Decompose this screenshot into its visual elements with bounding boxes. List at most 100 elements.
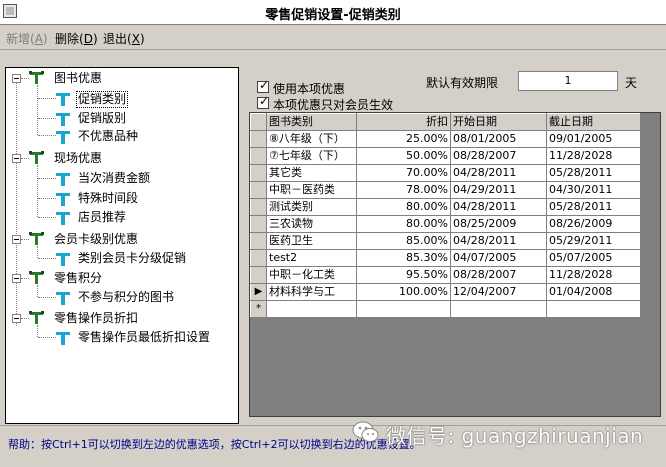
- tree-item-no-points-books[interactable]: 不参与积分的图书: [78, 290, 174, 305]
- discount-cell[interactable]: 50.00%: [356, 147, 451, 165]
- end-date-cell[interactable]: 05/28/2011: [546, 198, 641, 216]
- collapse-button-onsite-discount[interactable]: [12, 154, 21, 163]
- start-date-cell[interactable]: 12/04/2007: [450, 283, 547, 301]
- start-date-cell[interactable]: 04/28/2011: [450, 198, 547, 216]
- end-date-cell[interactable]: 04/30/2011: [546, 181, 641, 199]
- valid-days-input[interactable]: 1: [518, 71, 618, 91]
- use-promo-checkbox[interactable]: ✓: [257, 78, 269, 93]
- delete-menu-item[interactable]: 删除(D): [55, 30, 98, 47]
- new-row-asterisk-icon[interactable]: *: [250, 300, 267, 318]
- discount-cell[interactable]: 85.00%: [356, 232, 451, 250]
- end-date-cell[interactable]: [546, 300, 641, 318]
- discount-cell[interactable]: 80.00%: [356, 198, 451, 216]
- table-row[interactable]: 中职－化工类 95.50% 08/28/2007 11/28/2028: [250, 266, 641, 284]
- exit-menu-item[interactable]: 退出(X): [103, 30, 145, 47]
- member-only-checkbox[interactable]: ✓: [257, 94, 269, 109]
- table-row-new[interactable]: *: [250, 300, 641, 318]
- row-indicator[interactable]: [250, 266, 267, 284]
- row-indicator[interactable]: [250, 215, 267, 233]
- start-date-cell[interactable]: 08/25/2009: [450, 215, 547, 233]
- end-date-cell[interactable]: 09/01/2005: [546, 130, 641, 148]
- category-cell[interactable]: 中职－医药类: [266, 181, 357, 199]
- table-row[interactable]: 其它类 70.00% 04/28/2011 05/28/2011: [250, 164, 641, 182]
- tree-item-operator-min-discount[interactable]: 零售操作员最低折扣设置: [78, 330, 210, 345]
- row-indicator[interactable]: [250, 198, 267, 216]
- end-date-cell[interactable]: 11/28/2028: [546, 147, 641, 165]
- collapse-button-member-level-discount[interactable]: [12, 235, 21, 244]
- collapse-button-operator-discount[interactable]: [12, 314, 21, 323]
- discount-cell[interactable]: 70.00%: [356, 164, 451, 182]
- collapse-button-retail-points[interactable]: [12, 274, 21, 283]
- category-cell[interactable]: 医药卫生: [266, 232, 357, 250]
- collapse-button-book-discount[interactable]: [12, 74, 21, 83]
- category-cell[interactable]: [266, 300, 357, 318]
- start-date-cell[interactable]: 04/29/2011: [450, 181, 547, 199]
- wechat-watermark: 微信号: guangzhiruanjian: [352, 418, 662, 448]
- start-date-cell[interactable]: 08/28/2007: [450, 147, 547, 165]
- end-date-cell[interactable]: 05/28/2011: [546, 164, 641, 182]
- row-indicator[interactable]: [250, 232, 267, 250]
- end-date-cell[interactable]: 08/26/2009: [546, 215, 641, 233]
- table-row[interactable]: 医药卫生 85.00% 04/28/2011 05/29/2011: [250, 232, 641, 250]
- column-header-discount[interactable]: 折扣: [356, 113, 451, 131]
- row-indicator[interactable]: [250, 147, 267, 165]
- end-date-cell[interactable]: 05/29/2011: [546, 232, 641, 250]
- category-cell[interactable]: 三农读物: [266, 215, 357, 233]
- category-cell[interactable]: 其它类: [266, 164, 357, 182]
- row-indicator[interactable]: [250, 164, 267, 182]
- table-row[interactable]: 测试类别 80.00% 04/28/2011 05/28/2011: [250, 198, 641, 216]
- tree-item-promo-edition[interactable]: 促销版别: [78, 111, 126, 126]
- category-cell[interactable]: ⑦七年级（下）: [266, 147, 357, 165]
- current-row-arrow-icon[interactable]: ▶: [250, 283, 267, 301]
- category-cell[interactable]: ⑧八年级（下）: [266, 130, 357, 148]
- tree-item-special-time-period[interactable]: 特殊时间段: [78, 191, 138, 206]
- tree-group-book-discount[interactable]: 图书优惠: [54, 71, 102, 86]
- start-date-cell[interactable]: 08/01/2005: [450, 130, 547, 148]
- cyan-t-icon: [56, 130, 70, 144]
- discount-cell[interactable]: 100.00%: [356, 283, 451, 301]
- category-cell[interactable]: 中职－化工类: [266, 266, 357, 284]
- discount-cell[interactable]: 25.00%: [356, 130, 451, 148]
- table-row[interactable]: ⑧八年级（下） 25.00% 08/01/2005 09/01/2005: [250, 130, 641, 148]
- table-row[interactable]: 三农读物 80.00% 08/25/2009 08/26/2009: [250, 215, 641, 233]
- end-date-cell[interactable]: 01/04/2008: [546, 283, 641, 301]
- discount-cell[interactable]: [356, 300, 451, 318]
- category-cell[interactable]: 材料科学与工: [266, 283, 357, 301]
- category-cell[interactable]: test2: [266, 249, 357, 267]
- table-row[interactable]: ⑦七年级（下） 50.00% 08/28/2007 11/28/2028: [250, 147, 641, 165]
- table-row-current[interactable]: ▶ 材料科学与工 100.00% 12/04/2007 01/04/2008: [250, 283, 641, 301]
- column-header-category[interactable]: 图书类别: [266, 113, 357, 131]
- table-row[interactable]: test2 85.30% 04/07/2005 05/07/2005: [250, 249, 641, 267]
- end-date-cell[interactable]: 05/07/2005: [546, 249, 641, 267]
- tree-group-retail-points[interactable]: 零售积分: [54, 271, 102, 286]
- column-header-start-date[interactable]: 开始日期: [450, 113, 547, 131]
- discount-cell[interactable]: 80.00%: [356, 215, 451, 233]
- end-date-cell[interactable]: 11/28/2028: [546, 266, 641, 284]
- category-cell[interactable]: 测试类别: [266, 198, 357, 216]
- cyan-t-icon: [56, 172, 70, 186]
- start-date-cell[interactable]: 08/28/2007: [450, 266, 547, 284]
- tree-group-operator-discount[interactable]: 零售操作员折扣: [54, 311, 138, 326]
- row-indicator[interactable]: [250, 181, 267, 199]
- tree-item-non-discount-items[interactable]: 不优惠品种: [78, 129, 138, 144]
- new-menu-item[interactable]: 新增(A): [6, 30, 48, 47]
- tree-item-single-spend-amount[interactable]: 当次消费金额: [78, 171, 150, 186]
- tree-item-staff-recommendation[interactable]: 店员推荐: [78, 210, 126, 225]
- start-date-cell[interactable]: 04/07/2005: [450, 249, 547, 267]
- row-indicator[interactable]: [250, 249, 267, 267]
- tree-group-member-level-discount[interactable]: 会员卡级别优惠: [54, 232, 138, 247]
- start-date-cell[interactable]: [450, 300, 547, 318]
- row-indicator[interactable]: [250, 130, 267, 148]
- start-date-cell[interactable]: 04/28/2011: [450, 164, 547, 182]
- table-row[interactable]: 中职－医药类 78.00% 04/29/2011 04/30/2011: [250, 181, 641, 199]
- discount-cell[interactable]: 85.30%: [356, 249, 451, 267]
- valid-days-label: 默认有效期限: [426, 76, 499, 90]
- start-date-cell[interactable]: 04/28/2011: [450, 232, 547, 250]
- green-t-icon: [29, 151, 45, 165]
- discount-cell[interactable]: 95.50%: [356, 266, 451, 284]
- tree-item-category-member-tier-promo[interactable]: 类别会员卡分级促销: [78, 251, 186, 266]
- column-header-end-date[interactable]: 截止日期: [546, 113, 641, 131]
- tree-item-promo-category[interactable]: 促销类别: [76, 91, 129, 108]
- tree-group-onsite-discount[interactable]: 现场优惠: [54, 151, 102, 166]
- discount-cell[interactable]: 78.00%: [356, 181, 451, 199]
